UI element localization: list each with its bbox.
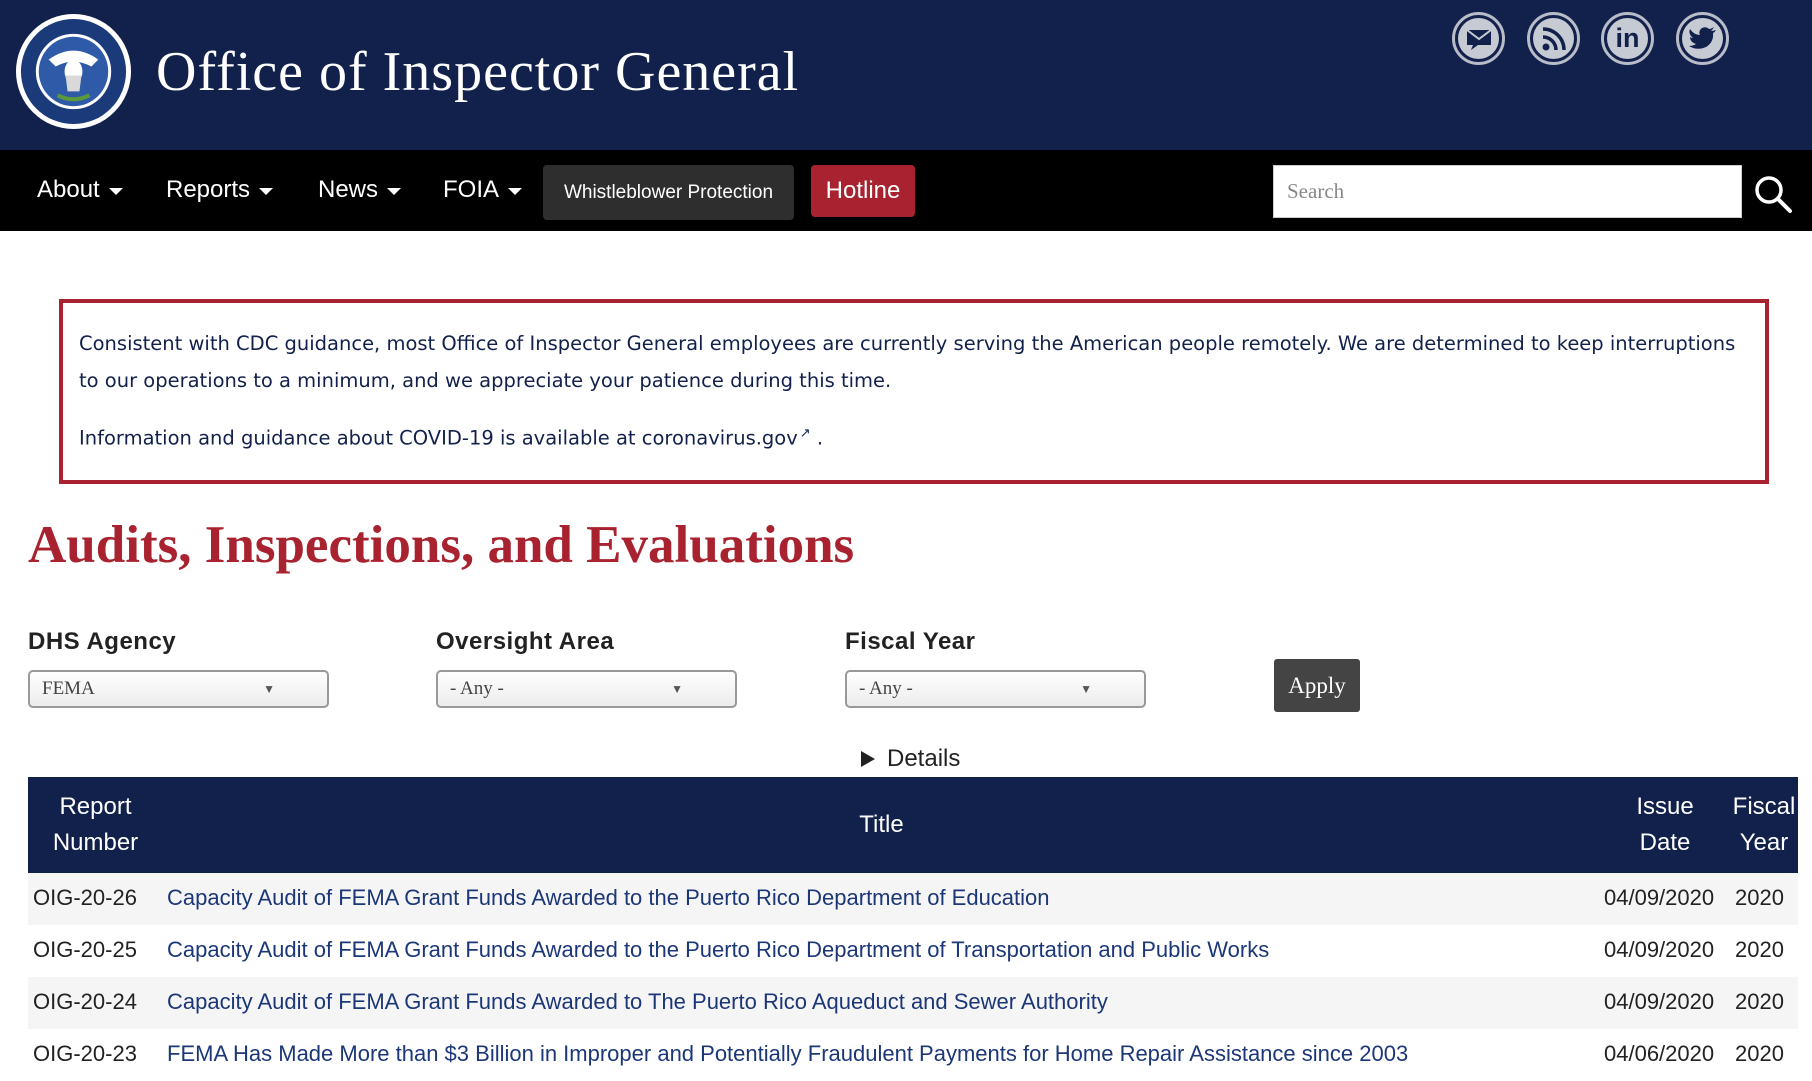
- chevron-down-icon: [259, 187, 274, 195]
- covid-notice-box: Consistent with CDC guidance, most Offic…: [59, 299, 1769, 484]
- search-icon[interactable]: [1753, 174, 1793, 214]
- report-title-link[interactable]: Capacity Audit of FEMA Grant Funds Award…: [167, 885, 1050, 911]
- fiscal-year-value: - Any -: [859, 678, 913, 699]
- fiscal-year-select[interactable]: - Any - ▼: [845, 670, 1146, 708]
- header-text: Number: [52, 829, 139, 856]
- nav-news[interactable]: News: [318, 176, 402, 204]
- site-title[interactable]: Office of Inspector General: [156, 40, 799, 104]
- header-text: Year: [1739, 829, 1789, 856]
- nav-about[interactable]: About: [37, 176, 123, 204]
- table-row: OIG-20-26 Capacity Audit of FEMA Grant F…: [28, 873, 1798, 925]
- rss-icon[interactable]: [1527, 12, 1580, 65]
- nav-news-label: News: [318, 176, 379, 203]
- header-text: Fiscal: [1732, 793, 1796, 820]
- chevron-down-icon: [108, 187, 123, 195]
- dropdown-arrow-icon: ▼: [1080, 681, 1092, 696]
- table-row: OIG-20-25 Capacity Audit of FEMA Grant F…: [28, 925, 1798, 977]
- report-number: OIG-20-23: [33, 1041, 137, 1066]
- twitter-icon[interactable]: [1676, 12, 1729, 65]
- table-header: Report Number Title Issue Date Fiscal Ye…: [28, 777, 1798, 873]
- dropdown-arrow-icon: ▼: [263, 681, 275, 696]
- details-label: Details: [887, 745, 961, 772]
- nav-reports[interactable]: Reports: [166, 176, 274, 204]
- disclosure-triangle-icon: [861, 751, 875, 767]
- table-body: OIG-20-26 Capacity Audit of FEMA Grant F…: [28, 873, 1798, 1081]
- dropdown-arrow-icon: ▼: [671, 681, 683, 696]
- col-issue-date[interactable]: Issue Date: [1600, 789, 1730, 861]
- report-number: OIG-20-26: [33, 885, 137, 910]
- report-number: OIG-20-25: [33, 937, 137, 962]
- dhs-agency-select[interactable]: FEMA ▼: [28, 670, 329, 708]
- oversight-area-select[interactable]: - Any - ▼: [436, 670, 737, 708]
- reports-table: Report Number Title Issue Date Fiscal Ye…: [28, 777, 1798, 1081]
- issue-date: 04/09/2020: [1604, 989, 1715, 1014]
- nav-foia[interactable]: FOIA: [443, 176, 523, 204]
- nav-about-label: About: [37, 176, 100, 203]
- report-title-link[interactable]: FEMA Has Made More than $3 Billion in Im…: [167, 1041, 1408, 1067]
- issue-date: 04/09/2020: [1604, 937, 1715, 962]
- notice-text: Information and guidance about COVID-19 …: [79, 426, 642, 450]
- notice-paragraph: Information and guidance about COVID-19 …: [79, 415, 1749, 457]
- search-input[interactable]: [1273, 165, 1742, 218]
- col-report-number[interactable]: Report Number: [28, 789, 163, 861]
- oversight-area-value: - Any -: [450, 678, 504, 699]
- col-fiscal-year[interactable]: Fiscal Year: [1730, 789, 1798, 861]
- linkedin-icon[interactable]: in: [1601, 12, 1654, 65]
- report-title-link[interactable]: Capacity Audit of FEMA Grant Funds Award…: [167, 989, 1108, 1015]
- header-text: Issue: [1636, 793, 1694, 820]
- nav-reports-label: Reports: [166, 176, 251, 203]
- dhs-agency-label: DHS Agency: [28, 628, 177, 655]
- details-toggle[interactable]: Details: [861, 745, 960, 773]
- header-text: Date: [1639, 829, 1691, 856]
- issue-date: 04/09/2020: [1604, 885, 1715, 910]
- oversight-area-label: Oversight Area: [436, 628, 615, 655]
- email-icon[interactable]: [1452, 12, 1505, 65]
- fiscal-year-label: Fiscal Year: [845, 628, 976, 655]
- table-row: OIG-20-23 FEMA Has Made More than $3 Bil…: [28, 1029, 1798, 1081]
- dhs-agency-value: FEMA: [42, 678, 95, 699]
- chevron-down-icon: [508, 187, 523, 195]
- table-row: OIG-20-24 Capacity Audit of FEMA Grant F…: [28, 977, 1798, 1029]
- coronavirus-gov-link[interactable]: coronavirus.gov: [642, 427, 798, 450]
- fiscal-year: 2020: [1735, 989, 1784, 1014]
- notice-text: .: [810, 426, 824, 450]
- notice-paragraph: Consistent with CDC guidance, most Offic…: [79, 332, 1736, 392]
- issue-date: 04/06/2020: [1604, 1041, 1715, 1066]
- chevron-down-icon: [387, 187, 402, 195]
- page-title: Audits, Inspections, and Evaluations: [28, 516, 855, 574]
- dhs-seal-logo[interactable]: [14, 12, 133, 131]
- col-title[interactable]: Title: [163, 807, 1600, 843]
- fiscal-year: 2020: [1735, 885, 1784, 910]
- fiscal-year: 2020: [1735, 1041, 1784, 1066]
- external-link-icon: ↗: [799, 426, 811, 441]
- whistleblower-protection-button[interactable]: Whistleblower Protection: [543, 165, 794, 220]
- fiscal-year: 2020: [1735, 937, 1784, 962]
- nav-foia-label: FOIA: [443, 176, 500, 203]
- site-header: Office of Inspector General in: [0, 0, 1812, 150]
- hotline-button[interactable]: Hotline: [811, 165, 915, 217]
- header-text: Report: [59, 793, 132, 820]
- report-title-link[interactable]: Capacity Audit of FEMA Grant Funds Award…: [167, 937, 1269, 963]
- main-nav: About Reports News FOIA Whistleblower Pr…: [0, 150, 1812, 231]
- apply-button[interactable]: Apply: [1274, 659, 1360, 712]
- report-number: OIG-20-24: [33, 989, 137, 1014]
